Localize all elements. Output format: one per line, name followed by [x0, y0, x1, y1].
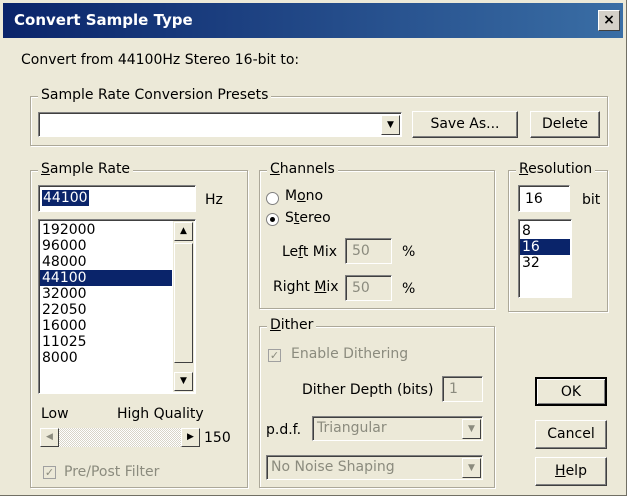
- mono-label: Mono: [285, 188, 324, 204]
- list-item[interactable]: 96000: [40, 238, 172, 254]
- pdf-combo-value: Triangular: [317, 420, 387, 436]
- intro-text: Convert from 44100Hz Stereo 16-bit to:: [21, 52, 300, 68]
- delete-button[interactable]: Delete: [530, 111, 600, 138]
- list-item[interactable]: 16000: [40, 318, 172, 334]
- list-item-selected[interactable]: 16: [520, 239, 570, 255]
- resolution-value: 16: [525, 191, 543, 207]
- chevron-down-icon[interactable]: ▼: [381, 115, 400, 135]
- list-item[interactable]: 48000: [40, 254, 172, 270]
- help-button[interactable]: Help: [535, 457, 607, 486]
- right-mix-percent: %: [402, 281, 416, 297]
- list-item[interactable]: 192000: [40, 222, 172, 238]
- pre-post-filter-label: Pre/Post Filter: [64, 464, 160, 480]
- enable-dithering-checkbox[interactable]: ✓: [268, 349, 281, 362]
- list-item[interactable]: 32: [520, 255, 570, 271]
- list-item[interactable]: 8000: [40, 350, 172, 366]
- pdf-combo[interactable]: Triangular ▼: [312, 416, 483, 441]
- dither-depth-input[interactable]: 1: [442, 376, 483, 402]
- resolution-list[interactable]: 8 16 32: [518, 219, 572, 298]
- presets-combo[interactable]: ▼: [38, 112, 402, 137]
- sample-rate-list[interactable]: 192000 96000 48000 44100 32000 22050 160…: [38, 219, 196, 394]
- sample-rate-value: 44100: [42, 190, 89, 206]
- sample-rate-input[interactable]: 44100: [38, 185, 196, 212]
- chevron-down-icon[interactable]: ▼: [462, 458, 481, 478]
- left-mix-value: 50: [352, 243, 370, 259]
- list-item-selected[interactable]: 44100: [40, 270, 172, 286]
- resolution-input[interactable]: 16: [518, 185, 570, 212]
- slider-right-icon[interactable]: ▶: [181, 428, 200, 447]
- sample-rate-options: 192000 96000 48000 44100 32000 22050 160…: [40, 222, 172, 366]
- quality-low-label: Low: [41, 406, 69, 422]
- scrollbar-thumb[interactable]: [174, 243, 193, 363]
- list-item[interactable]: 11025: [40, 334, 172, 350]
- right-mix-value: 50: [352, 280, 370, 296]
- channels-group-label: Channels: [267, 161, 338, 177]
- presets-group-label: Sample Rate Conversion Presets: [38, 87, 272, 103]
- dither-depth-value: 1: [449, 381, 458, 397]
- resolution-options: 8 16 32: [520, 223, 570, 271]
- window-title: Convert Sample Type: [14, 11, 193, 29]
- list-item[interactable]: 22050: [40, 302, 172, 318]
- left-mix-percent: %: [402, 244, 416, 260]
- convert-sample-type-dialog: Convert Sample Type × Convert from 44100…: [0, 0, 627, 496]
- dither-group-label: Dither: [267, 317, 317, 333]
- quality-slider[interactable]: ◀ ▶: [40, 428, 200, 447]
- left-mix-label: Left Mix: [282, 244, 338, 260]
- noise-shaping-value: No Noise Shaping: [271, 459, 395, 475]
- title-bar[interactable]: Convert Sample Type ×: [3, 3, 623, 38]
- quality-high-label: High Quality: [117, 406, 204, 422]
- list-item[interactable]: 8: [520, 223, 570, 239]
- ok-button[interactable]: OK: [535, 377, 607, 406]
- enable-dithering-label: Enable Dithering: [291, 346, 409, 362]
- stereo-radio[interactable]: [266, 213, 279, 226]
- close-button[interactable]: ×: [598, 10, 620, 31]
- left-mix-input[interactable]: 50: [345, 238, 392, 264]
- quality-value: 150: [204, 430, 231, 446]
- mono-radio[interactable]: [266, 192, 279, 205]
- scroll-down-icon[interactable]: ▼: [174, 372, 193, 391]
- right-mix-input[interactable]: 50: [345, 275, 392, 301]
- chevron-down-icon[interactable]: ▼: [462, 419, 481, 439]
- pre-post-filter-checkbox[interactable]: ✓: [43, 466, 56, 479]
- slider-left-icon[interactable]: ◀: [40, 428, 59, 447]
- save-as-button[interactable]: Save As...: [412, 111, 518, 138]
- list-item[interactable]: 32000: [40, 286, 172, 302]
- resolution-unit: bit: [582, 192, 601, 208]
- scroll-up-icon[interactable]: ▲: [174, 222, 193, 241]
- sample-rate-group-label: Sample Rate: [38, 161, 134, 177]
- right-mix-label: Right Mix: [273, 279, 339, 295]
- sample-rate-scrollbar[interactable]: ▲ ▼: [173, 221, 194, 392]
- stereo-label: Stereo: [285, 210, 331, 226]
- cancel-button[interactable]: Cancel: [535, 420, 607, 449]
- resolution-group-label: Resolution: [516, 161, 596, 177]
- pdf-label: p.d.f.: [266, 422, 302, 438]
- sample-rate-unit: Hz: [205, 192, 223, 208]
- dither-depth-label: Dither Depth (bits): [302, 382, 434, 398]
- noise-shaping-combo[interactable]: No Noise Shaping ▼: [266, 455, 483, 480]
